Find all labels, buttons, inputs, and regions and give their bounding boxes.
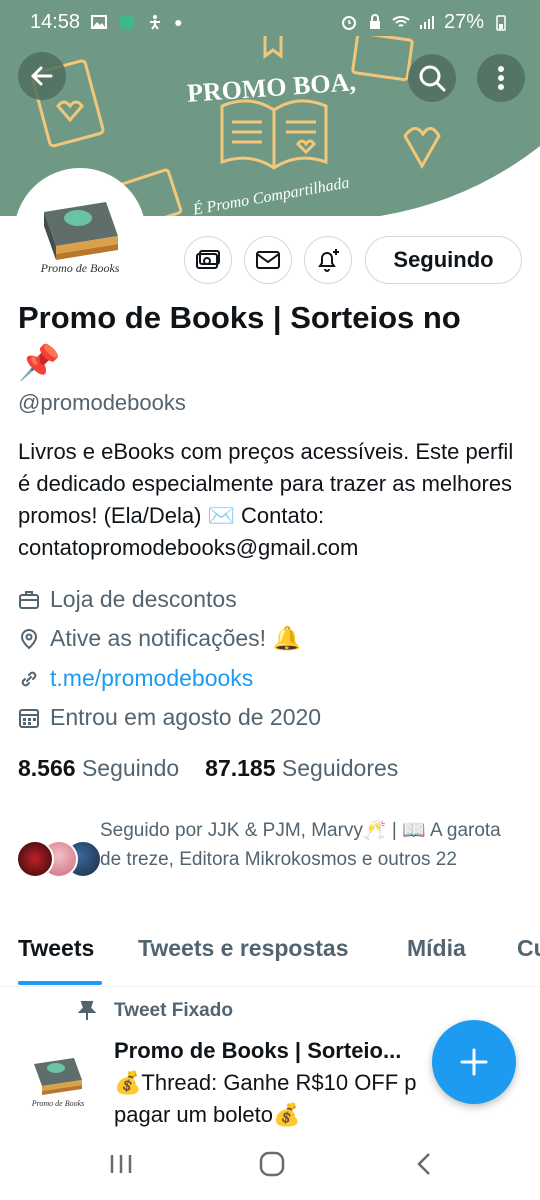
profile-link[interactable]: t.me/promodebooks	[18, 665, 253, 692]
tab-tweets[interactable]: Tweets	[18, 935, 94, 962]
status-time: 14:58	[30, 10, 81, 33]
profile-category: Loja de descontos	[18, 586, 237, 613]
book-stack-logo-icon	[34, 1058, 82, 1095]
message-button[interactable]	[244, 236, 292, 284]
briefcase-icon	[19, 590, 39, 609]
follow-stats: 8.566 Seguindo 87.185 Seguidores	[18, 755, 398, 782]
profile-bio: Livros e eBooks com preços acessíveis. E…	[18, 439, 514, 560]
category-text: Loja de descontos	[50, 586, 237, 612]
system-back-button[interactable]	[404, 1146, 444, 1182]
compose-tweet-button[interactable]	[432, 1020, 516, 1104]
notifications-button[interactable]	[304, 236, 352, 284]
pin-icon	[78, 1001, 96, 1020]
profile-avatar[interactable]: Promo de Books	[14, 168, 146, 300]
location-pin-icon	[20, 628, 38, 649]
back-button[interactable]	[18, 52, 66, 100]
plus-icon	[460, 1048, 488, 1076]
followers-label: Seguidores	[281, 755, 399, 781]
active-tab-indicator	[18, 981, 102, 985]
tweet-avatar-text: Promo de Books	[31, 1099, 85, 1108]
following-label: Seguindo	[81, 755, 180, 781]
link-text[interactable]: t.me/promodebooks	[50, 665, 253, 692]
avatar-text: Promo de Books	[40, 261, 120, 275]
tweet-text-line: pagar um boleto💰	[114, 1102, 301, 1127]
followers-count: 87.185	[205, 755, 276, 781]
tab-likes[interactable]: Cu	[517, 935, 540, 962]
followed-by-avatars[interactable]	[16, 840, 102, 878]
more-notifications-dot: ●	[174, 14, 183, 30]
link-icon	[21, 671, 37, 686]
tab-tweets-and-replies[interactable]: Tweets e respostas	[138, 935, 349, 962]
following-button[interactable]: Seguindo	[365, 236, 522, 284]
tweet-author-name[interactable]: Promo de Books | Sorteio...	[114, 1038, 434, 1064]
chevron-left-icon	[417, 1153, 430, 1175]
profile-joined: Entrou em agosto de 2020	[18, 704, 321, 731]
more-options-button[interactable]	[477, 54, 525, 102]
lock-icon	[369, 14, 380, 29]
pinned-label-text: Tweet Fixado	[114, 1000, 233, 1021]
tweet-author-avatar[interactable]: Promo de Books	[20, 1040, 96, 1116]
app-notification-icon	[120, 15, 135, 29]
notification-add-icon	[318, 249, 339, 272]
pushpin-emoji: 📌	[18, 344, 61, 382]
wifi-icon	[392, 16, 410, 27]
alarm-icon	[341, 16, 356, 30]
following-stat[interactable]: 8.566 Seguindo	[18, 755, 179, 782]
profile-handle: @promodebooks	[18, 390, 186, 415]
accessibility-icon	[150, 15, 161, 30]
payment-button[interactable]	[184, 236, 232, 284]
search-button[interactable]	[408, 54, 456, 102]
battery-percent: 27%	[443, 10, 484, 33]
display-name: Promo de Books | Sorteios no	[18, 300, 461, 335]
followed-by-text[interactable]: Seguido por JJK & PJM, Marvy🥂 | 📖 A garo…	[100, 816, 520, 874]
more-vertical-icon	[498, 66, 504, 90]
followers-stat[interactable]: 87.185 Seguidores	[205, 755, 398, 782]
profile-tabs: Tweets Tweets e respostas Mídia Cu	[0, 925, 540, 987]
follower-avatar	[16, 840, 54, 878]
system-navigation-bar	[0, 1128, 540, 1200]
arrow-left-icon	[31, 66, 53, 86]
search-icon	[419, 65, 446, 92]
location-text: Ative as notificações! 🔔	[50, 625, 302, 651]
gallery-icon	[91, 15, 108, 29]
following-count: 8.566	[18, 755, 76, 781]
joined-text: Entrou em agosto de 2020	[50, 704, 322, 730]
payment-icon	[196, 250, 220, 269]
message-icon	[256, 251, 280, 269]
calendar-icon	[19, 708, 39, 728]
book-stack-logo-icon	[44, 202, 118, 260]
tab-media[interactable]: Mídia	[407, 935, 466, 962]
battery-icon	[496, 15, 506, 31]
home-icon	[259, 1151, 285, 1177]
recent-apps-button[interactable]	[101, 1146, 141, 1182]
pinned-tweet-label: Tweet Fixado	[78, 1000, 233, 1022]
home-button[interactable]	[252, 1146, 292, 1182]
signal-icon	[419, 16, 434, 29]
profile-location: Ative as notificações! 🔔	[18, 625, 301, 652]
recent-apps-icon	[110, 1155, 132, 1173]
